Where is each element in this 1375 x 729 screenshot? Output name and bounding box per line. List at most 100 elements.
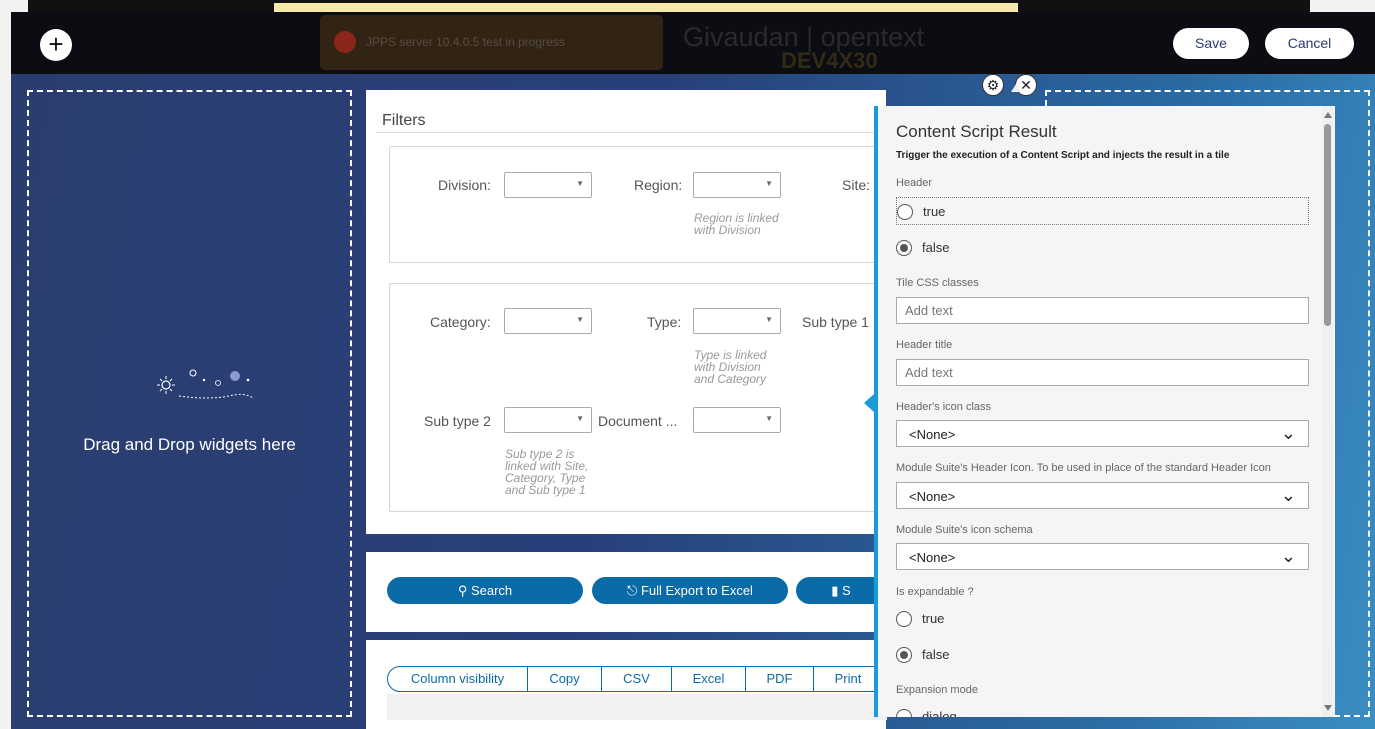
icon-class-label: Header's icon class (896, 401, 992, 413)
category-label: Category: (430, 314, 491, 330)
chevron-down-icon: ⌄ (1280, 546, 1296, 566)
scroll-up-arrow-icon[interactable] (1324, 112, 1332, 118)
type-label: Type: (647, 314, 682, 330)
scrollbar-thumb[interactable] (1324, 124, 1331, 326)
flyout-title: Content Script Result (896, 122, 1057, 141)
filters-title: Filters (382, 112, 426, 129)
actions-panel: ⚲ Search ⎋ Full Export to Excel ▮ S (366, 552, 886, 632)
background-warning-bar (274, 3, 1018, 12)
search-icon: ⚲ (457, 583, 468, 598)
alert-icon (334, 31, 356, 53)
division-select[interactable] (504, 172, 592, 198)
background-alert: JPPS server 10.4.0.5 test in progress (320, 15, 663, 70)
ms-header-icon-label: Module Suite's Header Icon. To be used i… (896, 462, 1271, 474)
header-true-label: true (923, 204, 946, 219)
region-hint-line: with Division (694, 223, 761, 237)
expandable-true-radio[interactable]: true (896, 605, 1309, 633)
drop-zone-text: Drag and Drop widgets here (83, 435, 296, 454)
print-button[interactable]: Print (814, 667, 882, 691)
header-false-label: false (922, 240, 950, 255)
category-select[interactable] (504, 308, 592, 334)
flyout-scrollbar[interactable] (1322, 106, 1333, 717)
results-table-header (387, 694, 887, 720)
filters-divider (376, 132, 886, 133)
scroll-down-arrow-icon[interactable] (1324, 705, 1332, 711)
radio-unchecked-icon (896, 709, 912, 717)
radio-checked-icon (896, 647, 912, 663)
ms-icon-schema-dropdown[interactable]: <None> ⌄ (896, 543, 1309, 570)
excel-button[interactable]: Excel (672, 667, 746, 691)
gear-icon[interactable]: ⚙ (982, 74, 1004, 96)
subtype2-select[interactable] (504, 407, 592, 433)
css-classes-label: Tile CSS classes (896, 277, 979, 289)
header-label: Header (896, 177, 933, 189)
flyout-scroll-up-caret (1011, 84, 1021, 92)
flyout-pointer (864, 394, 874, 412)
background-top-strip (28, 0, 1310, 12)
type-select[interactable] (693, 308, 781, 334)
subtype2-label: Sub type 2 (424, 413, 491, 429)
ms-header-icon-dropdown[interactable]: <None> ⌄ (896, 482, 1309, 509)
add-widget-button[interactable]: + (40, 29, 72, 61)
type-hint-line: and Category (694, 372, 767, 386)
editor-toolbar: + JPPS server 10.4.0.5 test in progress … (11, 12, 1375, 74)
sparkle-stars-icon (157, 369, 254, 399)
expandable-true-label: true (922, 611, 945, 626)
subtype2-hint-line: and Sub type 1 (505, 483, 586, 497)
header-true-radio[interactable]: true (896, 197, 1309, 225)
expandable-false-radio[interactable]: false (896, 641, 1309, 669)
site-label: Site: (842, 177, 871, 193)
results-panel: Column visibility Copy CSV Excel PDF Pri… (366, 640, 887, 729)
document-select[interactable] (693, 407, 781, 433)
flyout-subtitle: Trigger the execution of a Content Scrip… (896, 150, 1230, 161)
export-button-label: Full Export to Excel (640, 583, 753, 598)
drop-zone-left[interactable]: Drag and Drop widgets here (27, 90, 352, 717)
search-button[interactable]: ⚲ Search (387, 577, 583, 604)
icon-class-value: <None> (909, 427, 956, 442)
background-alert-text: JPPS server 10.4.0.5 test in progress (366, 35, 565, 49)
pdf-button[interactable]: PDF (746, 667, 814, 691)
column-visibility-button[interactable]: Column visibility (388, 667, 528, 691)
copy-button[interactable]: Copy (528, 667, 602, 691)
header-title-input[interactable] (896, 359, 1309, 386)
background-env: DEV4X30 (781, 48, 878, 73)
region-hint: Region is linked with Division (694, 212, 779, 236)
radio-checked-icon (896, 240, 912, 256)
filters-panel: Filters Division: Region: Region is link… (366, 90, 886, 534)
subtype1-label: Sub type 1 (802, 314, 869, 330)
radio-unchecked-icon (897, 204, 913, 220)
document-label: Document ... (598, 413, 678, 429)
export-excel-button[interactable]: ⎋ Full Export to Excel (592, 577, 788, 604)
stats-button-label: S (842, 583, 851, 598)
division-label: Division: (438, 177, 491, 193)
settings-flyout: Content Script Result Trigger the execut… (874, 106, 1335, 717)
expandable-label: Is expandable ? (896, 586, 974, 598)
subtype2-hint: Sub type 2 is linked with Site, Category… (505, 448, 588, 496)
stats-button[interactable]: ▮ S (796, 577, 886, 604)
header-false-radio[interactable]: false (896, 234, 1309, 262)
type-hint: Type is linked with Division and Categor… (694, 349, 766, 385)
header-title-label: Header title (896, 339, 953, 351)
ms-icon-schema-label: Module Suite's icon schema (896, 524, 1033, 536)
expandable-false-label: false (922, 647, 950, 662)
bar-chart-icon: ▮ (831, 583, 839, 598)
expansion-dialog-radio[interactable]: dialog (896, 703, 1309, 717)
region-select[interactable] (693, 172, 781, 198)
cancel-button[interactable]: Cancel (1265, 28, 1354, 59)
radio-unchecked-icon (896, 611, 912, 627)
save-button[interactable]: Save (1173, 28, 1249, 59)
plus-icon: + (48, 29, 64, 59)
location-filters: Division: Region: Region is linked with … (389, 146, 886, 263)
csv-button[interactable]: CSV (602, 667, 672, 691)
region-label: Region: (634, 177, 683, 193)
document-filters: Category: Type: Type is linked with Divi… (389, 283, 886, 512)
ms-icon-schema-value: <None> (909, 550, 956, 565)
icon-class-dropdown[interactable]: <None> ⌄ (896, 420, 1309, 447)
css-classes-input[interactable] (896, 297, 1309, 324)
expansion-dialog-label: dialog (922, 709, 957, 717)
expansion-mode-label: Expansion mode (896, 684, 978, 696)
ms-header-icon-value: <None> (909, 489, 956, 504)
chevron-down-icon: ⌄ (1280, 423, 1296, 443)
export-icon: ⎋ (627, 583, 638, 598)
chevron-down-icon: ⌄ (1280, 485, 1296, 505)
